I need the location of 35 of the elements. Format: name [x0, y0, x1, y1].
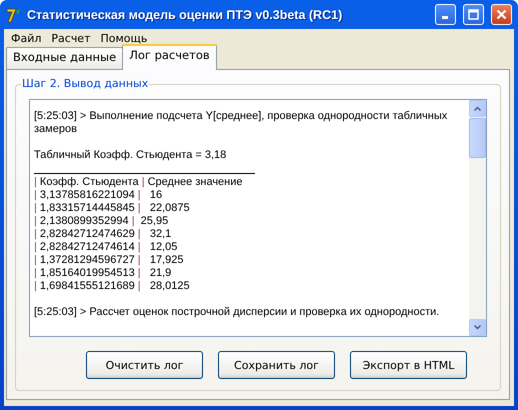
log-table-row-text: | 3,13785816221094 | 16 — [34, 189, 164, 202]
log-table-row-text: | Коэфф. Стьюдента | Среднее значение — [34, 176, 244, 189]
group-title: Шаг 2. Вывод данных — [21, 77, 150, 90]
log-table-row-text: | 1,37281294596727 | 17,925 — [34, 254, 184, 267]
log-table-row-text: | 2,82842712474614 | 12,05 — [34, 241, 178, 254]
action-button[interactable]: Экспорт в HTML — [350, 351, 467, 379]
log-line: [5:25:03] > Рассчет оценок построчной дисперсии и проверка их однородности. — [34, 306, 440, 319]
scroll-thumb[interactable] — [469, 118, 486, 158]
window-title: Статистическая модель оценки ПТЭ v0.3beta (RC1) — [27, 8, 344, 22]
log-table-row-text: | 1,83315714445845 | 22,0875 — [34, 202, 191, 215]
menu-item[interactable]: Файл — [6, 32, 46, 44]
chevron-up-icon — [474, 106, 481, 111]
log-table-row-text: | 1,69841555121689 | 28,0125 — [34, 280, 191, 293]
log-table-row-text: | 1,85164019954513 | 21,9 — [34, 267, 172, 280]
scroll-up-button[interactable] — [469, 100, 486, 117]
tab[interactable]: Входные данные — [6, 47, 124, 69]
maximize-button[interactable] — [463, 4, 484, 25]
close-icon — [496, 9, 507, 20]
chevron-down-icon — [474, 325, 481, 330]
minimize-button[interactable] — [435, 4, 456, 25]
log-line: [5:25:03] > Выполнение подсчета Y[среднее], проверка однородности табличных замеров — [34, 110, 448, 136]
tab[interactable]: Лог расчетов — [122, 44, 217, 70]
app-icon — [6, 6, 22, 22]
maximize-icon — [468, 9, 479, 20]
scroll-down-button[interactable] — [469, 319, 486, 336]
log-line: Табличный Коэфф. Стьюдента = 3,18 — [34, 149, 228, 162]
action-button[interactable]: Очистить лог — [86, 351, 203, 379]
log-table-row-text: | 2,82842712474629 | 32,1 — [34, 228, 172, 241]
menu-item[interactable]: Расчет — [46, 32, 96, 44]
menu-item[interactable]: Помощь — [96, 32, 152, 44]
log-text-area[interactable] — [29, 99, 487, 337]
scrollbar[interactable] — [469, 100, 486, 336]
action-button[interactable]: Сохранить лог — [218, 351, 335, 379]
log-table-row-text: | 2,1380899352994 | 25,95 — [34, 215, 170, 228]
close-button[interactable] — [491, 4, 512, 25]
